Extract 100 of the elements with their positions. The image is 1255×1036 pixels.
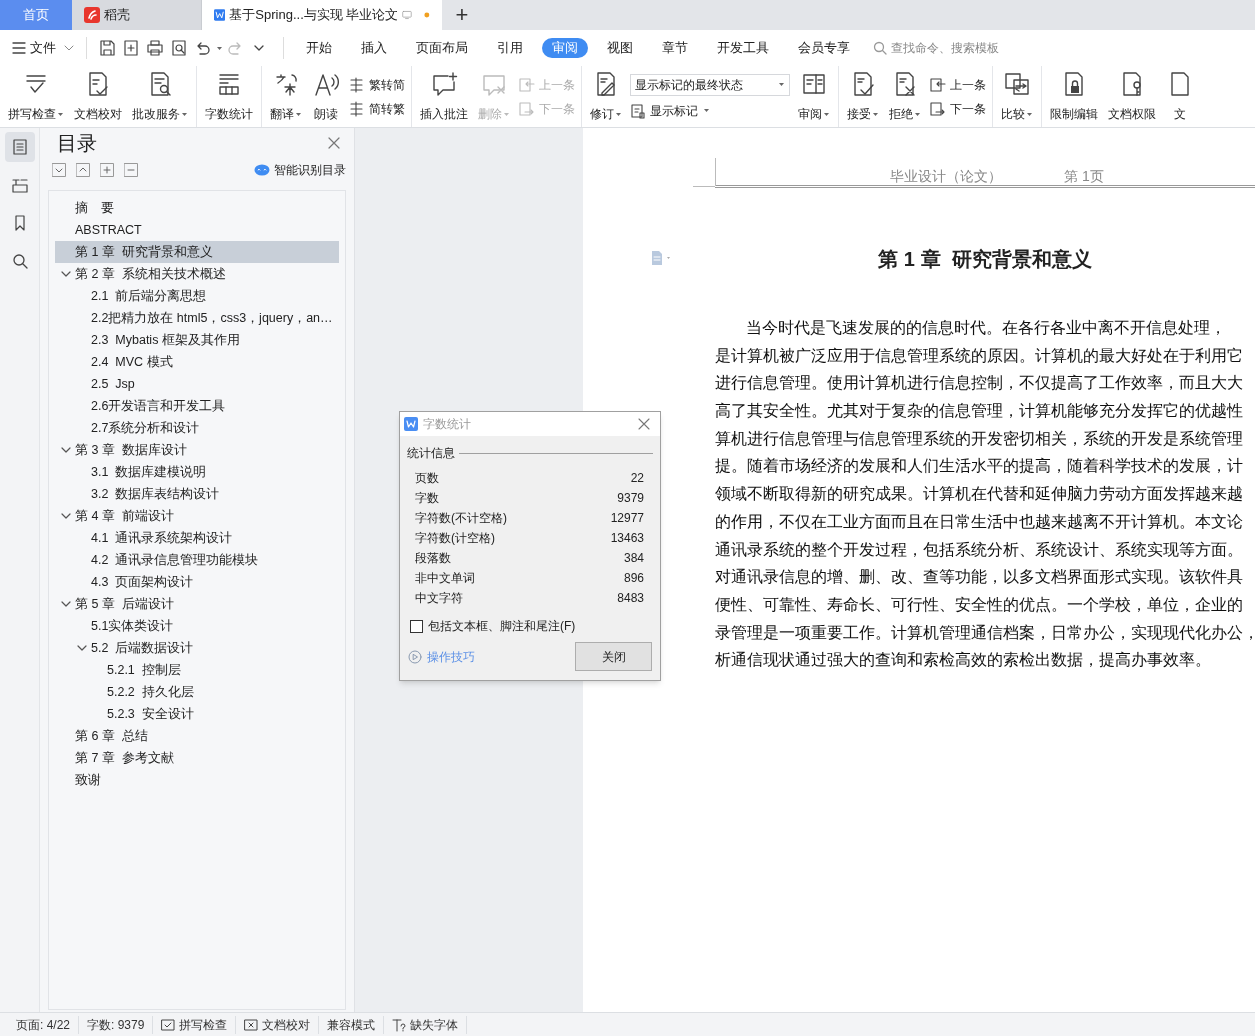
tab[interactable]: 稻壳 <box>72 0 202 30</box>
caret-icon <box>57 111 64 117</box>
chapter-icon[interactable] <box>10 176 29 194</box>
ribbon-button[interactable]: 插入批注 <box>418 66 470 127</box>
outline-item[interactable]: 2.5 Jsp <box>55 373 339 395</box>
outline-item[interactable]: 第 7 章 参考文献 <box>55 747 339 769</box>
menu-tab[interactable]: 插入 <box>351 38 397 58</box>
caret-icon <box>914 111 921 117</box>
outline-item[interactable]: 2.3 Mybatis 框架及其作用 <box>55 329 339 351</box>
menu-tab[interactable]: 开发工具 <box>707 38 779 58</box>
markup-state-dropdown[interactable]: 显示标记的最终状态 <box>630 73 790 96</box>
outline-item[interactable]: 第 6 章 总结 <box>55 725 339 747</box>
menu-tab[interactable]: 引用 <box>487 38 533 58</box>
ribbon-button[interactable]: 拼写检查 <box>6 66 66 127</box>
ribbon-button[interactable]: 简转繁 <box>348 99 405 118</box>
outline-item[interactable]: 4.3 页面架构设计 <box>55 571 339 593</box>
ribbon-button[interactable]: 限制编辑 <box>1048 66 1100 127</box>
ribbon-button[interactable]: 文档校对 <box>72 66 124 127</box>
unsaved-dot-icon <box>424 11 430 19</box>
outline-item[interactable]: 2.7系统分析和设计 <box>55 417 339 439</box>
outline-item[interactable]: 第 3 章 数据库设计 <box>55 439 339 461</box>
outline-item[interactable]: 第 2 章 系统相关技术概述 <box>55 263 339 285</box>
outline-item[interactable]: 2.1 前后端分离思想 <box>55 285 339 307</box>
outline-item[interactable]: ABSTRACT <box>55 219 339 241</box>
ribbon-button[interactable]: 文档权限 <box>1106 66 1158 127</box>
stat-value: 384 <box>623 550 644 567</box>
file-menu[interactable]: 文件 <box>12 38 74 58</box>
stat-value: 22 <box>630 470 644 487</box>
outline-item[interactable]: 5.1实体类设计 <box>55 615 339 637</box>
outline-item[interactable]: 第 5 章 后端设计 <box>55 593 339 615</box>
caret-icon <box>181 111 188 117</box>
outline-item[interactable]: 5.2.1 控制层 <box>55 659 339 681</box>
menu-tab[interactable]: 视图 <box>597 38 643 58</box>
outline-item[interactable]: 2.6开发语言和开发工具 <box>55 395 339 417</box>
export-icon[interactable] <box>122 39 140 57</box>
outline-item[interactable]: 第 4 章 前端设计 <box>55 505 339 527</box>
stat-label: 中文字符 <box>415 590 463 607</box>
chevron-down-icon <box>61 601 71 607</box>
menu-tab[interactable]: 开始 <box>296 38 342 58</box>
ribbon-button[interactable]: 批改服务 <box>130 66 190 127</box>
ribbon-button[interactable]: 下一条 <box>929 99 986 118</box>
minus-icon[interactable] <box>124 163 138 177</box>
missing-font-icon <box>392 1017 407 1032</box>
ribbon-button[interactable]: 繁转简 <box>348 75 405 94</box>
outline-icon[interactable] <box>10 138 29 156</box>
plus-icon[interactable] <box>100 163 114 177</box>
body-text-line: 提。随着市场经济的发展和人们生活水平的提高，随着科学技术的发展，计 <box>715 456 1244 477</box>
save-icon[interactable] <box>98 39 116 57</box>
ribbon-button[interactable]: 文 <box>1164 66 1196 127</box>
outline-item[interactable]: 3.2 数据库表结构设计 <box>55 483 339 505</box>
close-icon[interactable] <box>328 137 340 149</box>
new-tab-button[interactable]: + <box>442 0 482 30</box>
body-text-line: 是计算机被广泛应用于信息管理系统的原因。计算机的最大好处在于利用它 <box>715 345 1244 366</box>
status-button[interactable]: 拼写检查 <box>153 1015 237 1034</box>
outline-item[interactable]: 5.2 后端数据设计 <box>55 637 339 659</box>
print-icon[interactable] <box>146 39 164 57</box>
search-icon[interactable] <box>10 252 29 270</box>
close-icon[interactable] <box>638 418 650 430</box>
ribbon-button[interactable]: 翻译 <box>268 66 304 127</box>
ribbon-button[interactable]: 修订 <box>588 66 624 127</box>
outline-item[interactable]: 第 1 章 研究背景和意义 <box>55 241 339 263</box>
next-icon <box>518 100 535 117</box>
ribbon-button[interactable]: 字数统计 <box>203 66 255 127</box>
ribbon-button[interactable]: 朗读 <box>310 66 342 127</box>
outline-item[interactable]: 4.2 通讯录信息管理功能模块 <box>55 549 339 571</box>
status-button[interactable]: 缺失字体 <box>384 1015 468 1034</box>
stat-label: 页数 <box>415 470 439 487</box>
convert-icon <box>348 100 365 117</box>
chevron-down-icon <box>61 271 71 277</box>
search-field[interactable]: 查找命令、搜索模板 <box>873 39 1061 57</box>
ribbon-button[interactable]: 比较 <box>999 66 1035 127</box>
ribbon-button[interactable]: 上一条 <box>929 75 986 94</box>
ribbon-button[interactable]: 拒绝 <box>887 66 923 127</box>
print-preview-icon[interactable] <box>170 39 188 57</box>
menu-tab[interactable]: 页面布局 <box>406 38 478 58</box>
outline-item[interactable]: 3.1 数据库建模说明 <box>55 461 339 483</box>
ribbon-button[interactable]: 接受 <box>845 66 881 127</box>
outline-item[interactable]: 2.2把精力放在 html5，css3，jquery，an… <box>55 307 339 329</box>
menu-tab[interactable]: 章节 <box>652 38 698 58</box>
body-text-line: 的作用，不仅在工业方面而且在日常生活中也越来越离不开计算机。本文论 <box>715 511 1244 532</box>
status-text: 页面: 4/22 <box>8 1015 80 1034</box>
outline-item[interactable]: 5.2.3 安全设计 <box>55 703 339 725</box>
menu-tab[interactable]: 会员专享 <box>788 38 860 58</box>
close-button[interactable]: 关闭 <box>575 642 652 671</box>
outline-item[interactable]: 致谢 <box>55 769 339 791</box>
outline-item[interactable]: 2.4 MVC 模式 <box>55 351 339 373</box>
expand-all-icon[interactable] <box>76 163 90 177</box>
checkbox[interactable] <box>410 619 423 633</box>
ribbon-button[interactable]: 审阅 <box>796 66 832 127</box>
body-text-line: 算机进行信息管理与信息管理系统的开发密切相关，系统的开发是系统管理 <box>715 428 1244 449</box>
app-logo-icon <box>84 7 100 23</box>
collapse-all-icon[interactable] <box>52 163 66 177</box>
stat-label: 字数 <box>415 490 439 507</box>
outline-item[interactable]: 摘 要 <box>55 197 339 219</box>
outline-item[interactable]: 4.1 通讯录系统架构设计 <box>55 527 339 549</box>
ribbon-button[interactable]: 显示标记 <box>630 101 790 120</box>
smart-toc-button[interactable]: 智能识别目录 <box>254 161 346 179</box>
status-button[interactable]: 文档校对 <box>236 1015 320 1034</box>
tab[interactable]: 基于Spring...与实现 毕业论文 <box>202 0 442 30</box>
outline-item[interactable]: 5.2.2 持久化层 <box>55 681 339 703</box>
